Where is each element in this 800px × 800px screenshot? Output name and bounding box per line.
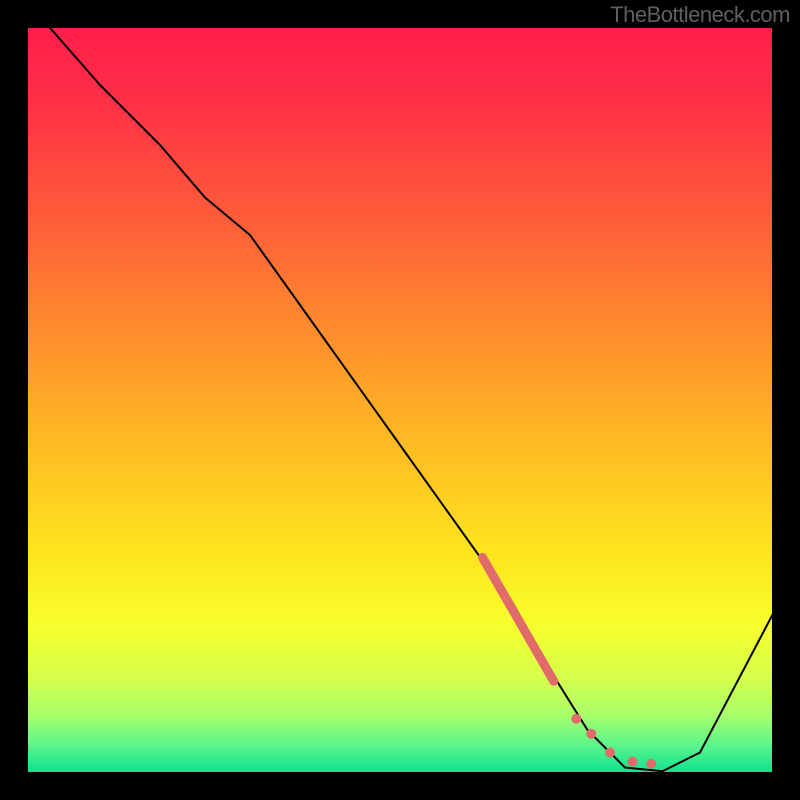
chart-background-gradient bbox=[25, 25, 775, 775]
chart-plot-area bbox=[25, 25, 775, 775]
